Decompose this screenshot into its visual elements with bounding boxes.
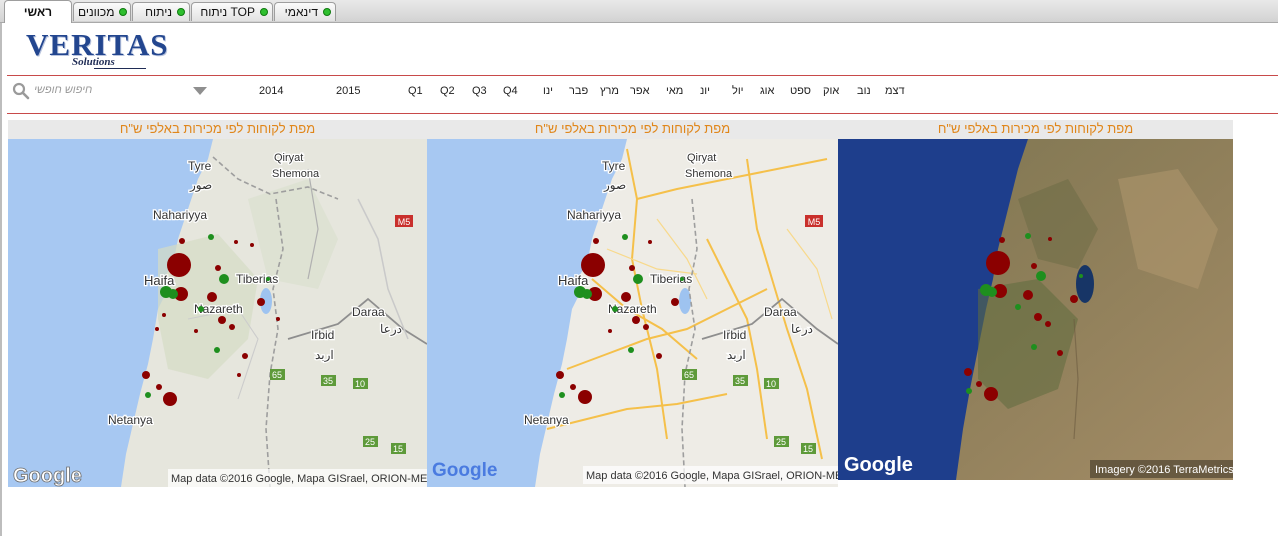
label-irbid: Irbid bbox=[723, 328, 746, 342]
road-shield-15-label: 15 bbox=[393, 444, 403, 454]
map-panel-terrain: מפת לקוחות לפי מכירות באלפי ש"ח M5 65 35… bbox=[8, 120, 427, 487]
road-shield-35-label: 35 bbox=[735, 376, 745, 386]
panel-title: מפת לקוחות לפי מכירות באלפי ש"ח bbox=[8, 120, 427, 139]
label-haifa: Haifa bbox=[144, 273, 175, 288]
month-dec[interactable]: דצמ bbox=[885, 85, 905, 97]
map-satellite[interactable]: Google Imagery ©2016 TerraMetrics bbox=[838, 139, 1233, 480]
status-dot-icon bbox=[119, 8, 128, 16]
label-nahariyya: Nahariyya bbox=[153, 208, 207, 222]
tab-dynamic-label: דינאמי bbox=[284, 4, 318, 19]
label-shemona: Shemona bbox=[272, 168, 320, 180]
quarter-q3[interactable]: Q3 bbox=[472, 85, 487, 97]
logo-subtitle: Solutions bbox=[72, 56, 115, 68]
month-feb[interactable]: פבר bbox=[569, 85, 588, 97]
year-2015[interactable]: 2015 bbox=[336, 85, 360, 97]
month-jan[interactable]: ינו bbox=[543, 85, 553, 97]
header-divider bbox=[7, 75, 1278, 76]
quarter-q4[interactable]: Q4 bbox=[503, 85, 518, 97]
map-attribution: Imagery ©2016 TerraMetrics bbox=[1095, 464, 1233, 476]
year-2014[interactable]: 2014 bbox=[259, 85, 283, 97]
chevron-down-icon[interactable] bbox=[193, 87, 207, 95]
tab-directed[interactable]: מכוונים bbox=[73, 2, 131, 21]
veritas-logo: VERITAS Solutions bbox=[26, 28, 176, 74]
road-shield-m5-label: M5 bbox=[808, 217, 821, 227]
label-tiberias: Tiberias bbox=[236, 272, 278, 286]
panel-title: מפת לקוחות לפי מכירות באלפי ש"ח bbox=[838, 120, 1233, 139]
tab-top-analysis-label: ניתוח TOP bbox=[200, 4, 255, 19]
label-nahariyya: Nahariyya bbox=[567, 208, 621, 222]
google-logo: Google bbox=[13, 465, 82, 487]
label-shemona: Shemona bbox=[685, 168, 733, 180]
tab-main-label: ראשי bbox=[23, 4, 53, 19]
month-aug[interactable]: אוג bbox=[760, 85, 774, 97]
road-shield-65-label: 65 bbox=[684, 370, 694, 380]
status-dot-icon bbox=[177, 8, 185, 16]
label-tyre-ar: صور bbox=[603, 178, 626, 192]
map-panel-satellite: מפת לקוחות לפי מכירות באלפי ש"ח Google I… bbox=[838, 120, 1233, 487]
month-apr[interactable]: אפר bbox=[630, 85, 650, 97]
label-tyre-ar: صور bbox=[189, 178, 212, 192]
tab-analysis-label: ניתוח bbox=[145, 4, 172, 19]
label-tyre: Tyre bbox=[188, 159, 212, 173]
label-haifa: Haifa bbox=[558, 273, 589, 288]
map-attribution: Map data ©2016 Google, Mapa GISrael, ORI… bbox=[586, 470, 838, 482]
road-shield-35-label: 35 bbox=[323, 376, 333, 386]
tab-dynamic[interactable]: דינאמי bbox=[274, 2, 336, 21]
google-logo: Google bbox=[844, 454, 913, 476]
road-shield-25-label: 25 bbox=[365, 437, 375, 447]
road-shield-25-label: 25 bbox=[776, 437, 786, 447]
label-daraa-ar: درعا bbox=[791, 322, 813, 336]
label-daraa-ar: درعا bbox=[380, 322, 402, 336]
tab-main[interactable]: ראשי bbox=[4, 0, 72, 23]
month-oct[interactable]: אוק bbox=[823, 85, 839, 97]
quarter-q2[interactable]: Q2 bbox=[440, 85, 455, 97]
month-mar[interactable]: מרץ bbox=[600, 85, 619, 97]
panel-title: מפת לקוחות לפי מכירות באלפי ש"ח bbox=[427, 120, 838, 139]
google-logo: Google bbox=[432, 460, 497, 481]
label-irbid: Irbid bbox=[311, 328, 334, 342]
search-placeholder: חיפוש חופשי bbox=[34, 84, 93, 96]
tab-top-analysis[interactable]: ניתוח TOP bbox=[191, 2, 273, 21]
label-qiryat: Qiryat bbox=[274, 152, 303, 164]
tab-directed-label: מכוונים bbox=[78, 4, 115, 19]
month-sep[interactable]: ספט bbox=[790, 85, 811, 97]
search-box[interactable]: חיפוש חופשי bbox=[12, 82, 208, 100]
month-jun[interactable]: יונ bbox=[700, 85, 710, 97]
road-shield-m5-label: M5 bbox=[398, 217, 411, 227]
search-icon bbox=[12, 82, 30, 100]
month-jul[interactable]: יול bbox=[732, 85, 744, 97]
map-terrain[interactable]: M5 65 35 10 25 15 Tyre صور Qiryat Shemon… bbox=[8, 139, 427, 487]
map-panel-roadmap: מפת לקוחות לפי מכירות באלפי ש"ח M5 65 35… bbox=[427, 120, 838, 487]
road-shield-65-label: 65 bbox=[272, 370, 282, 380]
label-daraa: Daraa bbox=[352, 305, 385, 319]
label-netanya: Netanya bbox=[524, 413, 569, 427]
label-tyre: Tyre bbox=[602, 159, 626, 173]
quarter-q1[interactable]: Q1 bbox=[408, 85, 423, 97]
label-tiberias: Tiberias bbox=[650, 272, 692, 286]
label-qiryat: Qiryat bbox=[687, 152, 716, 164]
road-shield-10-label: 10 bbox=[355, 379, 365, 389]
month-nov[interactable]: נוב bbox=[857, 85, 871, 97]
status-dot-icon bbox=[260, 8, 268, 16]
road-shield-15-label: 15 bbox=[803, 444, 813, 454]
tab-analysis[interactable]: ניתוח bbox=[132, 2, 190, 21]
logo-underline bbox=[94, 68, 146, 69]
road-shield-10-label: 10 bbox=[766, 379, 776, 389]
label-irbid-ar: اربد bbox=[727, 348, 746, 362]
label-daraa: Daraa bbox=[764, 305, 797, 319]
status-dot-icon bbox=[323, 8, 331, 16]
filter-divider bbox=[7, 113, 1278, 114]
label-irbid-ar: اربد bbox=[315, 348, 334, 362]
tab-bar: ראשי מכוונים ניתוח ניתוח TOP דינאמי bbox=[0, 0, 1278, 23]
label-netanya: Netanya bbox=[108, 413, 153, 427]
window-left-border bbox=[0, 0, 2, 536]
month-may[interactable]: מאי bbox=[666, 85, 683, 97]
map-roadmap[interactable]: M5 65 35 10 25 15 Tyre صور Qiryat Shemon… bbox=[427, 139, 838, 487]
map-attribution: Map data ©2016 Google, Mapa GISrael, ORI… bbox=[171, 473, 427, 485]
